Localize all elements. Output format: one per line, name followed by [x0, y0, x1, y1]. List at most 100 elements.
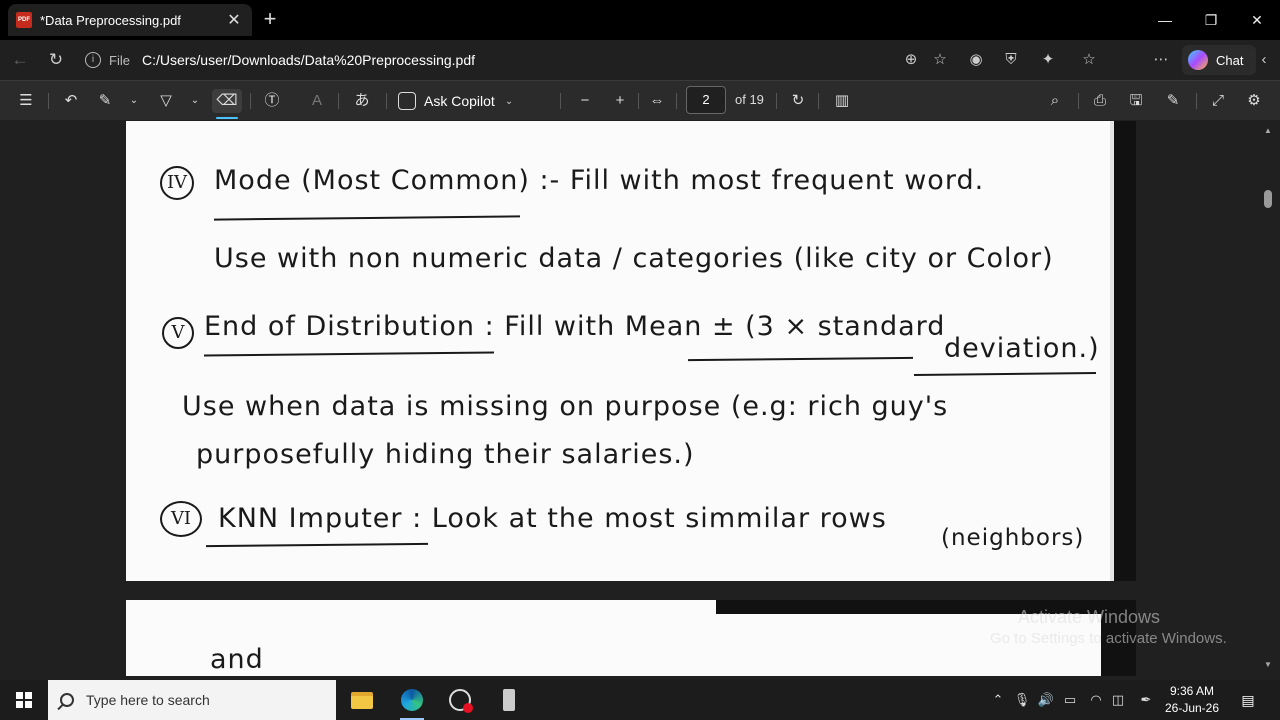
watermark-subtitle: Go to Settings to activate Windows.: [990, 630, 1227, 647]
highlight-options-chevron-icon[interactable]: ⌄: [122, 89, 146, 113]
divider: [386, 93, 387, 109]
info-icon[interactable]: i: [85, 52, 101, 68]
show-hidden-icons-chevron-icon[interactable]: ⌃: [986, 680, 1010, 720]
address-bar[interactable]: i File C:/Users/user/Downloads/Data%20Pr…: [76, 46, 956, 74]
divider: [676, 93, 677, 109]
fit-to-page-icon[interactable]: ⇔: [645, 89, 669, 113]
new-tab-button[interactable]: +: [258, 8, 282, 32]
zoom-out-icon[interactable]: −: [573, 89, 597, 113]
usb-app[interactable]: [485, 680, 533, 720]
underline: [913, 372, 1097, 376]
edge-icon: [401, 689, 423, 711]
list-marker-v: V: [162, 317, 194, 349]
divider: [1078, 93, 1079, 109]
scroll-down-arrow[interactable]: ▼: [1263, 660, 1273, 669]
scheme-label: File: [109, 52, 130, 68]
add-text-icon[interactable]: Ⓣ: [260, 89, 284, 113]
divider: [1196, 93, 1197, 109]
handwritten-line: Use when data is missing on purpose (e.g…: [182, 391, 949, 422]
volume-icon[interactable]: 🔊: [1034, 680, 1058, 720]
incognito-extension-icon[interactable]: ◉: [964, 48, 988, 72]
close-window-button[interactable]: ✕: [1234, 0, 1280, 40]
url-text[interactable]: C:/Users/user/Downloads/Data%20Preproces…: [142, 52, 475, 68]
file-explorer-app[interactable]: [338, 680, 386, 720]
underline: [213, 215, 521, 221]
favorite-star-icon[interactable]: ☆: [928, 48, 952, 72]
favorites-icon[interactable]: ☆: [1077, 48, 1101, 72]
sidebar-toggle-icon[interactable]: ‹: [1252, 48, 1276, 72]
print-icon[interactable]: ⎙: [1088, 89, 1112, 113]
back-button[interactable]: ←: [8, 48, 32, 72]
rotate-icon[interactable]: ↻: [786, 89, 810, 113]
divider: [776, 93, 777, 109]
save-icon[interactable]: 🖫: [1124, 89, 1148, 113]
handwritten-line: Use with non numeric data / categories (…: [214, 243, 1054, 274]
settings-gear-icon[interactable]: ⚙: [1242, 89, 1266, 113]
contents-icon[interactable]: ☰: [14, 89, 38, 113]
underline: [205, 542, 429, 548]
taskbar-search[interactable]: Type here to search: [48, 680, 336, 720]
tab-title: *Data Preprocessing.pdf: [40, 12, 181, 28]
search-icon[interactable]: ⌕: [1043, 89, 1067, 113]
handwritten-line: (neighbors): [941, 525, 1085, 551]
chat-label: Chat: [1216, 52, 1244, 68]
microphone-icon[interactable]: 🎙: [1010, 680, 1034, 720]
more-menu-icon[interactable]: ⋯: [1149, 48, 1173, 72]
wifi-icon[interactable]: ◠: [1084, 680, 1108, 720]
zoom-in-icon[interactable]: +: [608, 89, 632, 113]
eraser-icon[interactable]: ⌫: [212, 89, 242, 119]
clock-date: 26-Jun-26: [1164, 701, 1220, 715]
usb-drive-icon: [503, 689, 515, 711]
watermark-title: Activate Windows: [1018, 607, 1161, 627]
zoom-icon[interactable]: ⊕: [899, 48, 923, 72]
list-marker-vi: VI: [160, 501, 202, 537]
search-placeholder: Type here to search: [86, 692, 210, 708]
save-as-icon[interactable]: ✎: [1161, 89, 1185, 113]
translate-icon[interactable]: あ: [350, 89, 374, 113]
chevron-down-icon: ⌄: [504, 95, 514, 107]
edge-app[interactable]: [388, 680, 436, 720]
close-tab-icon[interactable]: ✕: [224, 10, 244, 30]
notifications-icon[interactable]: ▤: [1236, 688, 1260, 712]
taskbar: Type here to search ⌃ 🎙 🔊 ▭ ◠ ◫ ✒ 9:36 A…: [0, 680, 1280, 720]
restore-button[interactable]: ❐: [1188, 0, 1234, 40]
shield-extension-icon[interactable]: ⛨: [999, 48, 1023, 72]
windows-logo-icon: [16, 692, 32, 708]
copilot-icon: [398, 92, 416, 110]
page-number-input[interactable]: 2: [686, 86, 726, 114]
undo-icon[interactable]: ↶: [59, 89, 83, 113]
pdf-viewer[interactable]: IV Mode (Most Common) :- Fill with most …: [0, 121, 1280, 676]
start-button[interactable]: [0, 680, 48, 720]
scrollbar-thumb[interactable]: [1264, 190, 1272, 208]
refresh-button[interactable]: ↻: [44, 48, 68, 72]
underline: [687, 356, 914, 362]
screen-capture-icon[interactable]: ◫: [1106, 680, 1130, 720]
highlight-icon[interactable]: ✎: [93, 89, 117, 113]
handwritten-line: purposefully hiding their salaries.): [196, 439, 695, 470]
copilot-chat-button[interactable]: Chat: [1182, 45, 1256, 75]
pdf-page-next: and: [126, 600, 1136, 676]
handwritten-line: End of Distribution : Fill with Mean ± (…: [204, 311, 946, 342]
divider: [818, 93, 819, 109]
ask-copilot-button[interactable]: Ask Copilot ⌄: [398, 89, 513, 113]
text-format-icon: A: [311, 92, 322, 109]
browser-tab[interactable]: PDF *Data Preprocessing.pdf ✕: [8, 4, 252, 36]
clock-time: 9:36 AM: [1169, 684, 1215, 698]
recorder-app[interactable]: [436, 680, 484, 720]
draw-icon[interactable]: ▽: [154, 89, 178, 113]
scroll-up-arrow[interactable]: ▲: [1263, 126, 1273, 135]
extensions-icon[interactable]: ✦: [1036, 48, 1060, 72]
handwritten-line: and: [210, 644, 264, 675]
minimize-button[interactable]: —: [1142, 0, 1188, 40]
page-view-icon[interactable]: ▥: [830, 89, 854, 113]
battery-icon[interactable]: ▭: [1058, 680, 1082, 720]
divider: [638, 93, 639, 109]
draw-options-chevron-icon[interactable]: ⌄: [183, 89, 207, 113]
activate-windows-watermark: Activate Windows Go to Settings to activ…: [990, 607, 1227, 649]
pen-icon[interactable]: ✒: [1134, 680, 1158, 720]
clock[interactable]: 9:36 AM 26-Jun-26: [1160, 683, 1224, 717]
fullscreen-icon[interactable]: ⤢: [1206, 89, 1230, 113]
ask-copilot-label: Ask Copilot: [424, 93, 495, 109]
divider: [338, 93, 339, 109]
divider: [250, 93, 251, 109]
